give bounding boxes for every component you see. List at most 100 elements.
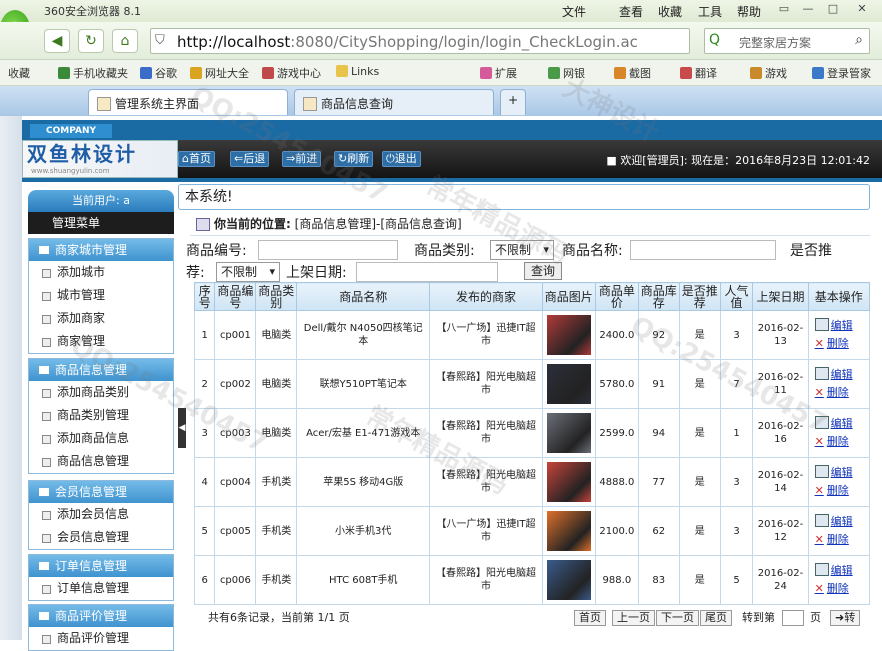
cell-price: 4888.0: [594, 457, 639, 507]
search-icon[interactable]: ⌕: [855, 32, 863, 48]
new-tab-button[interactable]: +: [500, 89, 526, 115]
next-page-button[interactable]: 下一页: [656, 610, 699, 626]
sidebar-item-product-manage[interactable]: 商品信息管理: [29, 450, 173, 473]
section-header[interactable]: 商品评价管理: [29, 605, 173, 627]
menu-help[interactable]: 帮助: [737, 3, 761, 20]
logout-button[interactable]: ⏻退出: [382, 151, 421, 167]
delete-link[interactable]: ✕ 删除: [815, 384, 867, 402]
code-input[interactable]: [258, 240, 398, 260]
section-header[interactable]: 商品信息管理: [29, 359, 173, 381]
menu-favorites[interactable]: 收藏: [658, 3, 682, 20]
sidebar-item-add-member[interactable]: 添加会员信息: [29, 503, 173, 526]
col-price: 商品单价: [594, 282, 639, 311]
edit-link[interactable]: 编辑: [814, 464, 867, 482]
menu-view[interactable]: 查看: [619, 3, 643, 20]
back-button[interactable]: ⇐后退: [230, 151, 270, 167]
cell-type: 手机类: [255, 457, 298, 507]
product-image[interactable]: [546, 315, 591, 355]
home-button[interactable]: ⌂首页: [178, 151, 215, 167]
edit-link[interactable]: 编辑: [814, 317, 867, 335]
sidebar-item-category-manage[interactable]: 商品类别管理: [29, 404, 173, 427]
address-bar[interactable]: ⛉ http://localhost:8080/CityShopping/log…: [150, 28, 690, 54]
menu-file[interactable]: 文件: [562, 3, 586, 20]
maximize-icon[interactable]: □: [823, 2, 843, 18]
toolbar-login-manager[interactable]: 登录管家: [812, 65, 871, 81]
cell-image: [541, 555, 596, 605]
delete-link[interactable]: ✕ 删除: [815, 433, 867, 451]
bookmark-mobile[interactable]: 手机收藏夹: [58, 65, 128, 81]
menu-title: 管理菜单: [28, 212, 174, 234]
cell-no: 2: [193, 359, 216, 409]
sidebar-item-member-manage[interactable]: 会员信息管理: [29, 526, 173, 549]
cell-price: 5780.0: [594, 359, 639, 409]
first-page-button[interactable]: 首页: [574, 610, 606, 626]
search-input[interactable]: Q 完整家居方案 ⌕: [704, 28, 870, 54]
product-image[interactable]: [546, 511, 591, 551]
minimize-icon[interactable]: —: [798, 2, 818, 18]
delete-link[interactable]: ✕ 删除: [815, 482, 867, 500]
delete-link[interactable]: ✕ 删除: [815, 580, 867, 598]
recommend-select[interactable]: 不限制: [216, 262, 280, 282]
edit-link[interactable]: 编辑: [814, 366, 867, 384]
product-image[interactable]: [546, 462, 591, 502]
toolbar-bank[interactable]: 网银: [548, 65, 585, 81]
delete-icon: ✕: [814, 484, 824, 497]
toolbar-screenshot[interactable]: 截图: [614, 65, 651, 81]
recommend-label: 是否推: [790, 243, 832, 259]
sidebar-item-add-merchant[interactable]: 添加商家: [29, 307, 173, 330]
delete-link[interactable]: ✕ 删除: [815, 531, 867, 549]
back-icon[interactable]: ◀: [44, 29, 70, 53]
date-input[interactable]: [356, 262, 498, 282]
prev-page-button[interactable]: 上一页: [612, 610, 655, 626]
product-image[interactable]: [546, 560, 591, 600]
last-page-button[interactable]: 尾页: [700, 610, 732, 626]
edit-link[interactable]: 编辑: [814, 415, 867, 433]
toolbar-translate[interactable]: 翻译: [680, 65, 717, 81]
sidebar-item-city-manage[interactable]: 城市管理: [29, 284, 173, 307]
cell-name: 小米手机3代: [296, 506, 431, 556]
edit-link[interactable]: 编辑: [814, 562, 867, 580]
name-input[interactable]: [630, 240, 776, 260]
bookmark-games-center[interactable]: 游戏中心: [262, 65, 321, 81]
toolbar-extensions[interactable]: 扩展: [480, 65, 517, 81]
section-header[interactable]: 会员信息管理: [29, 481, 173, 503]
tab-product-query[interactable]: 商品信息查询: [294, 89, 494, 115]
sidebar-toggle-handle[interactable]: ◀: [178, 408, 186, 448]
query-button[interactable]: 查询: [524, 262, 562, 280]
sidebar-item-merchant-manage[interactable]: 商家管理: [29, 330, 173, 353]
cell-stock: 91: [637, 359, 680, 409]
section-header[interactable]: 订单信息管理: [29, 555, 173, 577]
product-image[interactable]: [546, 364, 591, 404]
sidebar-item-add-city[interactable]: 添加城市: [29, 261, 173, 284]
toolbar-games[interactable]: 游戏: [750, 65, 787, 81]
bookmark-favorites[interactable]: 收藏: [8, 65, 30, 81]
bookmark-links[interactable]: Links: [336, 65, 379, 78]
go-button[interactable]: ➜转: [830, 610, 861, 626]
bookmark-sites[interactable]: 网址大全: [190, 65, 249, 81]
section-header[interactable]: 商家城市管理: [29, 239, 173, 261]
browser-tab-bar: 管理系统主界面 商品信息查询 +: [0, 86, 882, 116]
cell-date: 2016-02-16: [752, 408, 809, 458]
sidebar-item-review-manage[interactable]: 商品评价管理: [29, 627, 173, 650]
reload-icon[interactable]: ↻: [78, 29, 104, 53]
type-select[interactable]: 不限制: [490, 240, 554, 260]
window-restore-icon[interactable]: ▭: [774, 2, 794, 18]
col-image: 商品图片: [541, 282, 596, 311]
cell-stock: 83: [637, 555, 680, 605]
tab-main[interactable]: 管理系统主界面: [88, 89, 288, 115]
page-number-input[interactable]: [782, 610, 804, 626]
product-image[interactable]: [546, 413, 591, 453]
sidebar-item-add-product[interactable]: 添加商品信息: [29, 427, 173, 450]
forward-button[interactable]: ⇒前进: [282, 151, 322, 167]
refresh-button[interactable]: ↻刷新: [334, 151, 374, 167]
delete-link[interactable]: ✕ 删除: [815, 335, 867, 353]
menu-tools[interactable]: 工具: [698, 3, 722, 20]
cell-price: 2100.0: [594, 506, 639, 556]
bookmark-google[interactable]: 谷歌: [140, 65, 177, 81]
sidebar-item-add-category[interactable]: 添加商品类别: [29, 381, 173, 404]
cell-type: 电脑类: [255, 408, 298, 458]
home-icon[interactable]: ⌂: [112, 29, 138, 53]
close-icon[interactable]: ✕: [852, 2, 872, 18]
sidebar-item-order-manage[interactable]: 订单信息管理: [29, 577, 173, 600]
edit-link[interactable]: 编辑: [814, 513, 867, 531]
